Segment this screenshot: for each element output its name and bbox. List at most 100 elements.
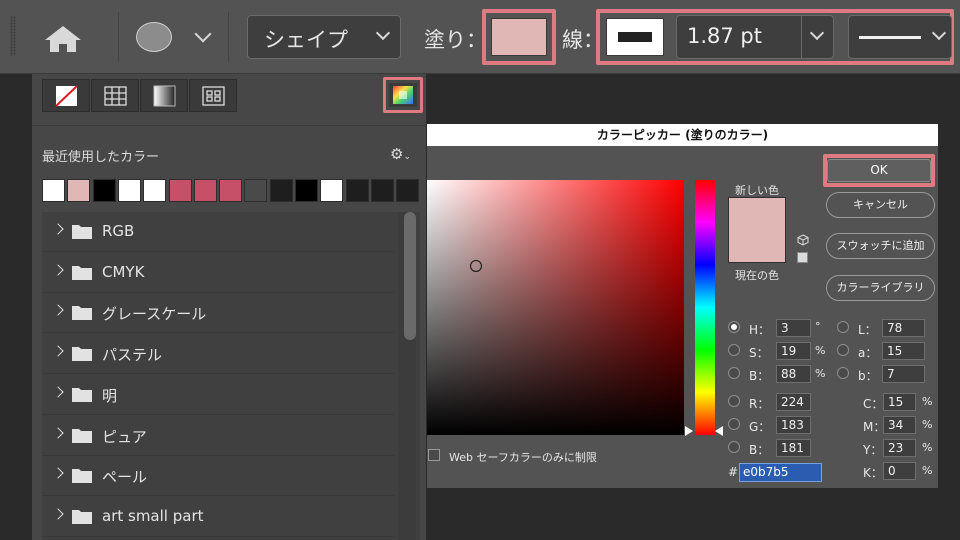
stroke-color-swatch[interactable]: [606, 18, 664, 56]
recent-color-swatch[interactable]: [168, 179, 192, 202]
stroke-type-dropdown[interactable]: [848, 15, 952, 59]
b-input[interactable]: 88: [776, 365, 811, 383]
swatch-group-name: CMYK: [102, 262, 145, 281]
tab-pattern[interactable]: [189, 79, 237, 112]
recent-color-swatch[interactable]: [143, 179, 167, 202]
stroke-width-value[interactable]: 1.87 pt: [687, 24, 762, 48]
hue-slider-handle-left[interactable]: [685, 426, 693, 436]
swatch-group-row[interactable]: 明: [42, 375, 394, 415]
b-radio[interactable]: [728, 367, 740, 379]
a-input[interactable]: 15: [882, 342, 925, 360]
recent-color-swatch[interactable]: [244, 179, 268, 202]
swatch-group-row[interactable]: グレースケール: [42, 293, 394, 334]
web-safe-swatch[interactable]: [797, 252, 808, 263]
swatch-group-row[interactable]: ペール: [42, 456, 394, 497]
g-input[interactable]: 183: [776, 416, 811, 434]
chevron-right-icon[interactable]: [52, 508, 64, 520]
tab-solid-color[interactable]: [91, 79, 139, 112]
percent-unit: %: [922, 441, 933, 454]
recent-color-swatch[interactable]: [67, 179, 91, 202]
color-field[interactable]: [427, 180, 684, 435]
recent-color-swatch[interactable]: [219, 179, 243, 202]
ellipse-shape-icon[interactable]: [136, 22, 172, 52]
tab-no-color[interactable]: [42, 79, 90, 112]
chevron-right-icon[interactable]: [52, 345, 64, 357]
color-libraries-button[interactable]: カラーライブラリ: [826, 275, 935, 301]
grid-icon: [104, 86, 127, 106]
recent-color-swatch[interactable]: [396, 179, 420, 202]
swatch-tabs: [32, 74, 426, 126]
chevron-right-icon[interactable]: [52, 467, 64, 479]
stroke-width-field[interactable]: 1.87 pt: [676, 15, 834, 59]
gear-icon[interactable]: ⚙⌄: [390, 145, 412, 163]
recent-color-swatch[interactable]: [345, 179, 369, 202]
rgb-b-input[interactable]: 181: [776, 439, 811, 457]
swatch-group-name: RGB: [102, 222, 135, 240]
r-input[interactable]: 224: [776, 393, 811, 411]
rgb-b-label: B：: [749, 443, 770, 457]
s-input[interactable]: 19: [776, 342, 811, 360]
g-label: G：: [749, 420, 771, 434]
l-radio[interactable]: [837, 321, 849, 333]
recent-color-swatch[interactable]: [269, 179, 293, 202]
a-radio[interactable]: [837, 344, 849, 356]
swatch-group-row[interactable]: パステル: [42, 334, 394, 375]
recent-color-swatch[interactable]: [295, 179, 318, 202]
c-label: C：: [863, 397, 884, 411]
lab-b-input[interactable]: 7: [882, 365, 925, 383]
color-picker-button[interactable]: [389, 83, 417, 107]
shape-mode-dropdown[interactable]: シェイプ: [247, 15, 401, 59]
scrollbar-thumb[interactable]: [404, 212, 416, 340]
hex-label: #: [728, 465, 739, 479]
chevron-right-icon[interactable]: [52, 426, 64, 439]
chevron-down-icon[interactable]: [809, 25, 825, 41]
chevron-down-icon[interactable]: [194, 25, 212, 43]
chevron-right-icon[interactable]: [52, 386, 64, 398]
add-to-swatches-button[interactable]: スウォッチに追加: [826, 233, 935, 259]
c-input[interactable]: 15: [883, 393, 916, 411]
recent-color-swatch[interactable]: [92, 179, 116, 202]
ok-button[interactable]: OK: [827, 159, 931, 182]
chevron-down-icon: [931, 25, 947, 41]
chevron-right-icon[interactable]: [52, 223, 64, 235]
color-field-cursor[interactable]: [470, 260, 482, 272]
hex-input[interactable]: e0b7b5: [739, 463, 822, 482]
r-radio[interactable]: [728, 395, 740, 407]
recent-color-swatch[interactable]: [193, 179, 217, 202]
recent-colors-label: 最近使用したカラー: [42, 150, 160, 165]
g-radio[interactable]: [728, 418, 740, 430]
folder-icon: [72, 306, 92, 321]
recent-color-swatch[interactable]: [370, 179, 394, 202]
swatch-group-row[interactable]: ピュア: [42, 416, 394, 456]
lab-b-radio[interactable]: [837, 367, 849, 379]
chevron-right-icon[interactable]: [52, 264, 64, 276]
fill-label: 塗り：: [424, 28, 487, 52]
folder-icon: [72, 469, 92, 484]
hue-slider-handle-right[interactable]: [715, 426, 723, 436]
recent-color-swatch[interactable]: [42, 179, 65, 202]
tab-gradient[interactable]: [140, 79, 188, 112]
m-input[interactable]: 34: [883, 416, 916, 434]
cube-icon[interactable]: [797, 234, 809, 246]
h-radio[interactable]: [728, 321, 740, 333]
home-icon[interactable]: [44, 25, 82, 53]
hue-slider[interactable]: [695, 180, 715, 435]
web-safe-checkbox[interactable]: [428, 449, 440, 461]
cancel-button[interactable]: キャンセル: [826, 192, 935, 218]
grip-handle[interactable]: [10, 16, 16, 56]
chevron-right-icon[interactable]: [52, 304, 64, 317]
h-input[interactable]: 3: [776, 319, 811, 337]
rgb-b-radio[interactable]: [728, 441, 740, 453]
swatch-group-row[interactable]: RGB: [42, 212, 394, 252]
separator: [228, 12, 229, 62]
recent-color-swatch[interactable]: [320, 179, 344, 202]
y-input[interactable]: 23: [883, 439, 916, 457]
fill-color-swatch[interactable]: [491, 18, 547, 56]
recent-color-swatch[interactable]: [117, 179, 141, 202]
k-input[interactable]: 0: [883, 462, 916, 480]
s-radio[interactable]: [728, 344, 740, 356]
swatch-group-row[interactable]: art small part: [42, 497, 394, 537]
chevron-down-icon: [375, 25, 391, 41]
l-input[interactable]: 78: [882, 319, 925, 337]
swatch-group-row[interactable]: CMYK: [42, 253, 394, 293]
